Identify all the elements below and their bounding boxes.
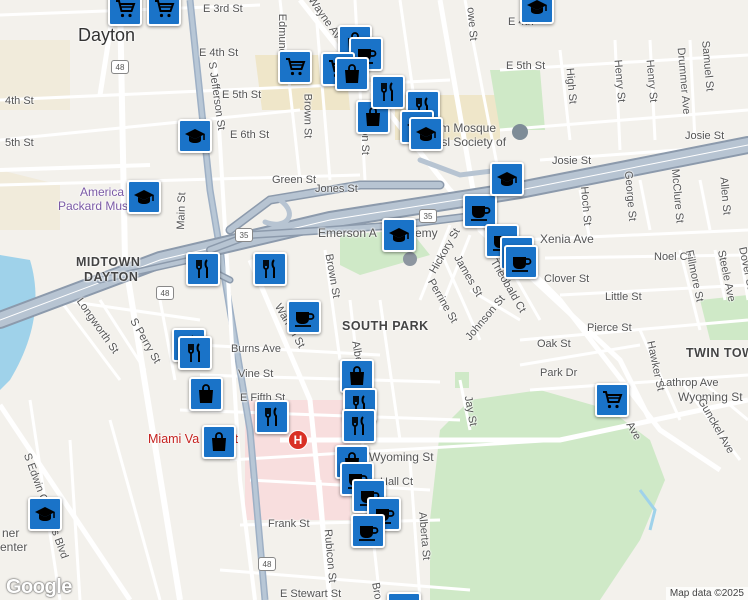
school-marker[interactable] (382, 218, 416, 252)
hospital-icon: H (288, 430, 308, 450)
restaurant-icon (191, 257, 215, 281)
cart-icon (152, 0, 176, 21)
route-shield-48-mid: 48 (156, 286, 174, 300)
shopping-bag-marker[interactable] (189, 377, 223, 411)
route-shield-35-east: 35 (419, 209, 437, 223)
restaurant-icon (260, 405, 284, 429)
restaurant-icon (376, 80, 400, 104)
restaurant-icon (258, 257, 282, 281)
bag-icon (340, 62, 364, 86)
google-logo: Google (6, 576, 72, 598)
cafe-icon (292, 305, 316, 329)
school-marker[interactable] (490, 162, 524, 196)
shopping-cart-marker[interactable] (108, 0, 142, 26)
school-marker[interactable] (28, 497, 62, 531)
route-shield-35-west: 35 (235, 228, 253, 242)
cafe-marker[interactable] (504, 245, 538, 279)
school-marker[interactable] (409, 117, 443, 151)
shopping-cart-marker[interactable] (147, 0, 181, 26)
school-icon (495, 167, 519, 191)
cafe-icon (356, 519, 380, 543)
school-icon (183, 124, 207, 148)
restaurant-marker[interactable] (253, 252, 287, 286)
bag-icon (207, 430, 231, 454)
cafe-icon (468, 199, 492, 223)
cafe-marker[interactable] (287, 300, 321, 334)
restaurant-marker[interactable] (342, 409, 376, 443)
school-icon (33, 502, 57, 526)
cafe-icon (509, 250, 533, 274)
map-attribution[interactable]: Map data ©2025 (665, 587, 748, 600)
bag-icon (345, 364, 369, 388)
school-icon (414, 122, 438, 146)
restaurant-marker[interactable] (178, 336, 212, 370)
restaurant-marker[interactable] (186, 252, 220, 286)
shopping-cart-marker[interactable] (278, 50, 312, 84)
school-icon (387, 223, 411, 247)
cart-icon (113, 0, 137, 21)
restaurant-marker[interactable] (255, 400, 289, 434)
route-shield-48-south: 48 (258, 557, 276, 571)
school-marker[interactable] (520, 0, 554, 24)
school-poi-icon (403, 252, 417, 266)
shopping-bag-marker[interactable] (335, 57, 369, 91)
cart-icon (283, 55, 307, 79)
bag-icon (194, 382, 218, 406)
cafe-marker[interactable] (351, 514, 385, 548)
mosque-icon (512, 124, 528, 140)
cart-icon (600, 388, 624, 412)
route-shield-48-north: 48 (111, 60, 129, 74)
cafe-marker[interactable] (463, 194, 497, 228)
school-marker[interactable] (127, 180, 161, 214)
cafe-marker[interactable] (387, 592, 421, 600)
shopping-cart-marker[interactable] (595, 383, 629, 417)
shopping-bag-marker[interactable] (202, 425, 236, 459)
restaurant-marker[interactable] (371, 75, 405, 109)
restaurant-icon (347, 414, 371, 438)
restaurant-icon (183, 341, 207, 365)
school-marker[interactable] (178, 119, 212, 153)
school-icon (132, 185, 156, 209)
school-icon (525, 0, 549, 19)
map-canvas[interactable]: Dayton MIDTOWN DAYTON SOUTH PARK TWIN TO… (0, 0, 748, 600)
